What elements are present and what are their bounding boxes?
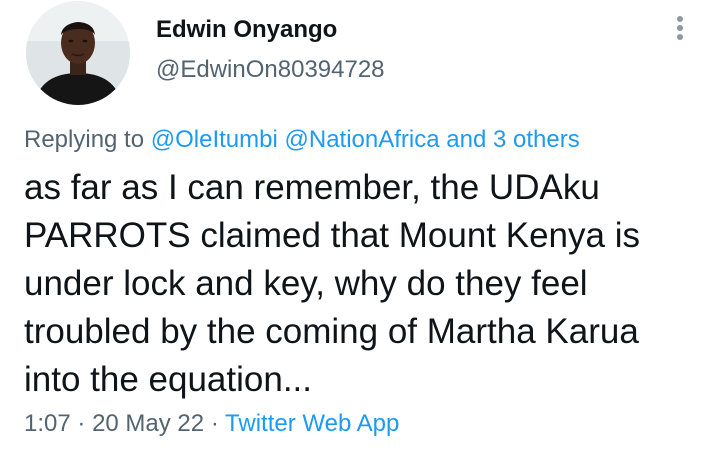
tweet-text-line: into the equation... — [24, 360, 312, 399]
tweet-text: as far as I can remember, the UDAku PARR… — [24, 164, 704, 404]
tweet-text-line: PARROTS claimed that Mount Kenya is — [24, 216, 640, 255]
more-dot-icon — [677, 34, 683, 40]
replying-prefix: Replying to — [24, 126, 145, 153]
mention-link[interactable]: @NationAfrica — [285, 126, 440, 153]
meta-separator: · — [210, 410, 219, 437]
more-dot-icon — [677, 25, 683, 31]
avatar-image — [26, 1, 130, 105]
tweet-text-line: under lock and key, why do they feel — [24, 264, 588, 303]
tweet-time[interactable]: 1:07 — [24, 410, 71, 437]
meta-separator: · — [77, 410, 86, 437]
tweet-meta: 1:07 · 20 May 22 · Twitter Web App — [24, 410, 399, 438]
author-handle[interactable]: @EdwinOn80394728 — [156, 56, 385, 84]
mention-link[interactable]: @OleItumbi — [151, 126, 278, 153]
author-name[interactable]: Edwin Onyango — [156, 16, 337, 44]
others-link[interactable]: and 3 others — [446, 126, 579, 153]
tweet-source-link[interactable]: Twitter Web App — [225, 410, 399, 437]
tweet-text-line: as far as I can remember, the UDAku — [24, 168, 600, 207]
more-vertical-icon[interactable] — [670, 14, 690, 44]
avatar[interactable] — [26, 1, 130, 105]
tweet-text-line: troubled by the coming of Martha Karua — [24, 312, 639, 351]
tweet-date[interactable]: 20 May 22 — [92, 410, 204, 437]
more-dot-icon — [677, 16, 683, 22]
replying-to: Replying to @OleItumbi @NationAfrica and… — [24, 126, 580, 154]
tweet-card: Edwin Onyango @EdwinOn80394728 Replying … — [0, 0, 720, 456]
